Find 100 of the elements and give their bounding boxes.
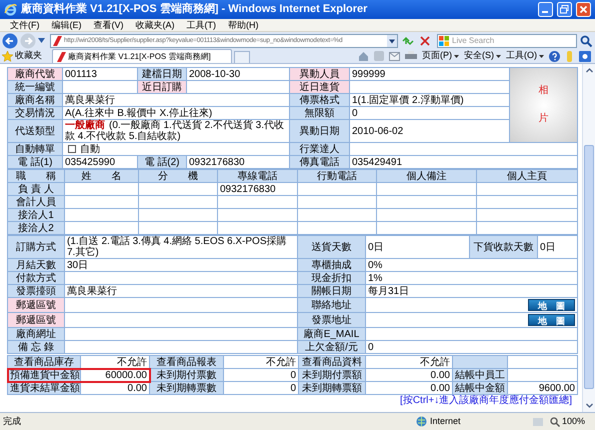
browser-tab[interactable]: 廠商資料作業 V1.21[X-POS 雲端商務網] bbox=[52, 49, 232, 63]
window-logo-icon[interactable] bbox=[439, 36, 449, 46]
field-label: 備 忘 錄 bbox=[8, 340, 64, 354]
field-label: 建檔日期 bbox=[138, 68, 186, 80]
print-icon[interactable] bbox=[405, 51, 417, 61]
field-label: 結帳中員工 bbox=[452, 368, 508, 382]
table-cell: 0932176830 bbox=[218, 182, 298, 196]
value-cell: 0932176830 bbox=[186, 156, 290, 168]
search-field[interactable]: Live Search bbox=[437, 34, 577, 48]
dropdown-icon[interactable] bbox=[38, 38, 45, 43]
caret-icon[interactable] bbox=[539, 54, 544, 58]
column-header: 個人主頁 bbox=[476, 170, 578, 182]
value-cell: 0日 bbox=[538, 236, 578, 258]
field-label: 無限額 bbox=[290, 106, 350, 120]
value-cell: 不允許 bbox=[80, 356, 150, 368]
column-header: 分 機 bbox=[138, 170, 218, 182]
command-menu[interactable]: 安全(S) bbox=[464, 49, 494, 63]
field-label: 電 話(2) bbox=[138, 156, 186, 168]
globe-icon[interactable] bbox=[416, 416, 427, 427]
value-cell: 035425990 bbox=[62, 156, 138, 168]
stop-icon[interactable] bbox=[418, 34, 432, 46]
field-label: 異動人員 bbox=[290, 68, 350, 80]
field-label: 接洽人1 bbox=[8, 208, 64, 222]
field-label: 下貨收款天數 bbox=[470, 236, 538, 258]
menu-item[interactable]: 查看(V) bbox=[94, 20, 124, 30]
field-label: 負 責 人 bbox=[8, 182, 64, 196]
column-header: 個人備注 bbox=[376, 170, 476, 182]
value-cell: 0 bbox=[224, 382, 298, 394]
field-label: 上欠金額/元 bbox=[298, 340, 366, 354]
field-label: 專櫃抽成 bbox=[298, 258, 366, 272]
map-button[interactable]: 地 圖 bbox=[528, 299, 575, 311]
value-cell: 萬良果菜行 bbox=[64, 284, 298, 298]
restore-icon[interactable] bbox=[557, 2, 572, 17]
field-label: 廠商E_MAIL bbox=[298, 328, 366, 340]
menu-item[interactable]: 编辑(E) bbox=[52, 20, 82, 30]
star-icon[interactable] bbox=[2, 50, 13, 62]
field-label: 未到期付票數 bbox=[150, 368, 224, 382]
field-label: 發票地址 bbox=[298, 312, 366, 328]
value-cell: 0 bbox=[366, 340, 578, 354]
field-label: 送貨天數 bbox=[298, 236, 366, 258]
value-cell: 0.00 bbox=[366, 368, 452, 382]
field-label: 查看商品資料 bbox=[298, 356, 366, 368]
menu-item[interactable]: 收藏夹(A) bbox=[136, 20, 174, 30]
zoom-control[interactable]: 100% bbox=[550, 414, 592, 428]
menu-item[interactable]: 文件(F) bbox=[10, 20, 40, 30]
menu-item[interactable]: 帮助(H) bbox=[228, 20, 258, 30]
command-menu[interactable]: 工具(O) bbox=[506, 49, 537, 63]
value-cell: 不允許 bbox=[366, 356, 452, 368]
value-cell: 9600.00 bbox=[508, 382, 578, 394]
value-cell: (1.自送 2.電話 3.傳真 4.網絡 5.EOS 6.X-POS採購 7.其它) bbox=[64, 236, 298, 258]
window-title: 廠商資料作業 V1.21[X-POS 雲端商務網] - Windows Internet Explorer bbox=[21, 2, 368, 18]
field-label: 月結天數 bbox=[8, 258, 64, 272]
browser-logo-icon[interactable] bbox=[4, 3, 17, 16]
value-cell: 999999 bbox=[350, 68, 510, 80]
minimize-icon[interactable] bbox=[538, 2, 553, 17]
menu-item[interactable]: 工具(T) bbox=[186, 20, 216, 30]
value-cell: 001113 bbox=[62, 68, 138, 80]
dropdown-icon[interactable] bbox=[387, 34, 397, 46]
field-label: 現金折扣 bbox=[298, 272, 366, 284]
command-menu[interactable]: 页面(P) bbox=[422, 49, 452, 63]
value-cell: A(A.往來中 B.報價中 X.停止往來) bbox=[62, 106, 290, 120]
value-cell: 0日 bbox=[366, 236, 470, 258]
field-label: 發票擡頭 bbox=[8, 284, 64, 298]
field-label: 訂購方式 bbox=[8, 236, 64, 258]
caret-icon[interactable] bbox=[496, 54, 501, 58]
close-icon[interactable] bbox=[576, 2, 591, 17]
scrollbar-thumb[interactable] bbox=[584, 145, 594, 389]
column-header: 姓 名 bbox=[64, 170, 138, 182]
field-label: 異動日期 bbox=[290, 120, 350, 142]
field-label: 查看商品報表 bbox=[150, 356, 224, 368]
value-cell bbox=[508, 356, 578, 368]
value-cell: 0% bbox=[366, 258, 578, 272]
zoom-icon[interactable] bbox=[550, 416, 560, 426]
value-cell: 0 bbox=[350, 106, 510, 120]
mail-icon[interactable] bbox=[389, 52, 400, 60]
checkbox[interactable] bbox=[68, 145, 76, 153]
zone-label: Internet bbox=[430, 414, 461, 428]
map-button[interactable]: 地 圖 bbox=[528, 314, 575, 326]
field-label: 會計人員 bbox=[8, 196, 64, 208]
search-icon[interactable] bbox=[579, 34, 593, 48]
column-header: 職 稱 bbox=[8, 170, 64, 182]
field-label: 廠商代號 bbox=[8, 68, 62, 80]
field-label: 未到期轉票額 bbox=[298, 382, 366, 394]
favorites-label[interactable]: 收藏夹 bbox=[15, 49, 42, 63]
field-label: 未到期轉票數 bbox=[150, 382, 224, 394]
value-cell: 30日 bbox=[64, 258, 298, 272]
value-cell: 1% bbox=[366, 272, 578, 284]
caret-icon[interactable] bbox=[454, 54, 459, 58]
value-cell: 萬良果菜行 bbox=[62, 94, 290, 106]
back-icon[interactable] bbox=[2, 32, 18, 48]
field-label: 付款方式 bbox=[8, 272, 64, 284]
value-cell: 1(1.固定單價 2.浮動單價) bbox=[350, 94, 510, 106]
shortcut-link[interactable]: [按Ctrl+↓進入該廠商年度應付金額匯總] bbox=[400, 395, 572, 406]
field-label: 電 話(1) bbox=[8, 156, 62, 168]
value-cell: 每月31日 bbox=[366, 284, 578, 298]
field-label: 未到期付票額 bbox=[298, 368, 366, 382]
field-label: 聯絡地址 bbox=[298, 298, 366, 312]
field-label: 自動轉單 bbox=[8, 142, 62, 156]
field-label: 結帳中金額 bbox=[452, 382, 508, 394]
help-icon[interactable] bbox=[549, 50, 560, 62]
